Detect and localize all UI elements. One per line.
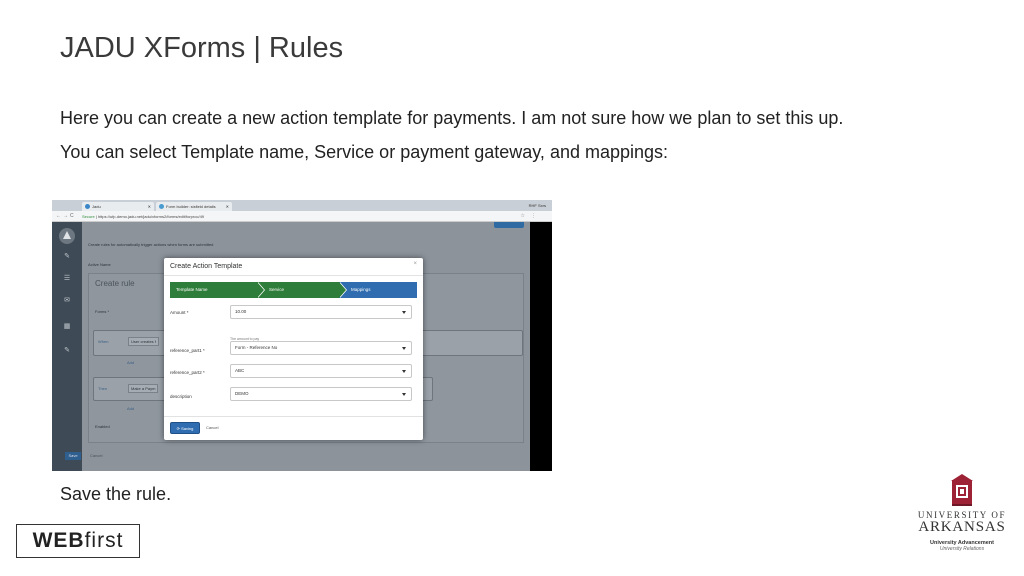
close-icon[interactable]: × [413, 261, 417, 267]
form-builder-favicon-icon [159, 204, 164, 209]
app-sidebar: ✎ ☰ ✉ ▦ ✎ [52, 222, 82, 471]
then-select[interactable]: Make a Paym [128, 384, 159, 393]
chevron-down-icon [402, 311, 406, 314]
step-service[interactable]: Service [257, 282, 339, 298]
amount-select[interactable]: 10.00 [230, 305, 412, 319]
cancel-rule-link[interactable]: Cancel [90, 453, 102, 458]
create-action-template-modal: Create Action Template × Template Name S… [164, 258, 423, 440]
modal-divider [164, 275, 423, 276]
step-arrow [339, 282, 346, 298]
browser-menu-icon[interactable]: ☆⋮ [521, 213, 542, 220]
add-when-link[interactable]: Add [127, 360, 134, 365]
step-arrow [257, 282, 264, 298]
description-label: description [170, 394, 192, 399]
embedded-screenshot: Jadu ✕ Form builder: sisfield details ✕ … [52, 200, 552, 471]
save-rule-text: Save the rule. [60, 484, 172, 504]
body-text-line-1: Here you can create a new action templat… [60, 108, 844, 128]
browser-tab-jadu[interactable]: Jadu ✕ [82, 202, 154, 211]
secure-label: Secure [82, 214, 95, 219]
sidebar-item-users[interactable]: ✉ [61, 296, 73, 306]
sidebar-item-calendar[interactable]: ▦ [61, 322, 73, 332]
chevron-down-icon [402, 393, 406, 396]
reference-part2-select[interactable]: ABC [230, 364, 412, 378]
wizard-steps: Template Name Service Mappings [170, 282, 417, 298]
rules-description: Create rules for automatically trigger a… [88, 242, 214, 247]
university-of-arkansas-logo: UNIVERSITY OF ARKANSAS University Advanc… [916, 474, 1008, 562]
save-rule-button[interactable]: Save [65, 452, 81, 460]
webfirst-logo: WEB first [16, 524, 140, 558]
browser-tab-label: Form builder: sisfield details [166, 204, 216, 209]
when-label: When [98, 339, 109, 344]
reference-part2-value: ABC [235, 368, 245, 373]
jadu-favicon-icon [85, 204, 90, 209]
modal-title: Create Action Template [170, 263, 243, 270]
forms-label: Forms * [95, 309, 109, 314]
body-text-line-2: You can select Template name, Service or… [60, 142, 669, 162]
step-mappings[interactable]: Mappings [339, 282, 417, 298]
nav-buttons-icon[interactable]: ←→C [56, 213, 76, 220]
tab-close-icon[interactable]: ✕ [226, 202, 229, 211]
browser-tab-strip: Jadu ✕ Form builder: sisfield details ✕ … [52, 200, 552, 211]
chevron-down-icon [402, 347, 406, 350]
ua-relations-text: University Relations [939, 546, 985, 552]
modal-footer-divider [164, 416, 423, 417]
right-black-bar [530, 222, 552, 471]
add-then-link[interactable]: Add [127, 406, 134, 411]
webfirst-logo-light: first [84, 529, 124, 552]
browser-user[interactable]: RHF Sxrs [529, 202, 546, 209]
rules-table-header: Active Name [88, 262, 111, 267]
step-template-name[interactable]: Template Name [170, 282, 257, 298]
saving-button[interactable]: ⟳ Saving [170, 422, 200, 434]
amount-label: Amount * [170, 310, 189, 315]
then-label: Then [98, 386, 108, 391]
url-field[interactable]: Secure | https://ufp-demo.jadu.net/jadu/… [82, 213, 204, 220]
when-select[interactable]: User creates f [128, 337, 159, 346]
ua-arkansas-text: ARKANSAS [918, 519, 1006, 535]
browser-tab-form-builder[interactable]: Form builder: sisfield details ✕ [156, 202, 232, 211]
jadu-logo-icon[interactable] [59, 228, 75, 244]
webfirst-logo-bold: WEB [32, 529, 85, 552]
top-action-button[interactable] [494, 222, 524, 228]
address-bar: ←→C Secure | https://ufp-demo.jadu.net/j… [52, 211, 552, 222]
modal-cancel-button[interactable]: Cancel [206, 422, 218, 434]
reference-part1-label: reference_part1 * [170, 348, 205, 353]
tab-close-icon[interactable]: ✕ [148, 202, 151, 211]
chevron-down-icon [402, 370, 406, 373]
browser-tab-label: Jadu [92, 204, 101, 209]
ua-seal-icon [951, 474, 973, 506]
enabled-label: Enabled [95, 424, 110, 429]
slide-title: JADU XForms | Rules [60, 32, 344, 64]
description-select[interactable]: DEMO [230, 387, 412, 401]
description-value: DEMO [235, 391, 249, 396]
reference-part2-label: reference_part2 * [170, 370, 205, 375]
reference-part1-select[interactable]: Form - Reference No [230, 341, 412, 355]
sidebar-item-settings[interactable]: ✎ [61, 346, 73, 356]
url-text: https://ufp-demo.jadu.net/jadu/xforms2/f… [97, 214, 205, 219]
sidebar-item-forms[interactable]: ☰ [61, 274, 73, 284]
sidebar-item-content[interactable]: ✎ [61, 252, 73, 262]
create-rule-heading: Create rule [95, 279, 135, 288]
reference-part1-value: Form - Reference No [235, 345, 278, 350]
amount-value: 10.00 [235, 309, 247, 314]
